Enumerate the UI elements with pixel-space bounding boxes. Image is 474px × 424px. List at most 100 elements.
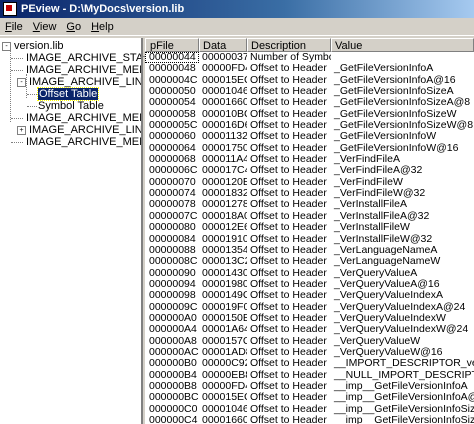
table-row[interactable]: 00000064 00001750 Offset to Header _GetFile…: [145, 143, 474, 154]
cell-pfile: 0000004C: [149, 74, 198, 86]
cell-description: Offset to Header: [250, 358, 327, 370]
table-row[interactable]: 00000088 00001354 Offset to Header _VerLang…: [145, 245, 474, 256]
cell-description: Offset to Header: [250, 97, 327, 109]
cell-data: 00001354: [202, 244, 247, 256]
table-row[interactable]: 000000A8 0000157C Offset to Header _VerQuer…: [145, 336, 474, 347]
tree-root[interactable]: - version.lib: [2, 40, 64, 52]
table-row[interactable]: 00000094 00001980 Offset to Header _VerQuer…: [145, 279, 474, 290]
table-row[interactable]: 0000004C 000015EC Offset to Header _GetFile…: [145, 75, 474, 86]
cell-value: _GetFileVersionInfoSizeW@8: [334, 120, 474, 132]
tree-item-member-header[interactable]: IMAGE_ARCHIVE_MEMBER_H: [26, 64, 141, 76]
cell-value: _VerLanguageNameW: [334, 256, 441, 268]
cell-value: _VerQueryValueA: [334, 267, 418, 279]
table-row[interactable]: 0000009C 000019F0 Offset to Header _VerQuer…: [145, 302, 474, 313]
expand-icon[interactable]: +: [17, 126, 26, 135]
cell-pfile: 00000074: [149, 188, 196, 200]
table-row[interactable]: 0000007C 000018A0 Offset to Header _VerInst…: [145, 211, 474, 222]
table-row[interactable]: 00000074 00001832 Offset to Header _VerFind…: [145, 188, 474, 199]
column-header-pfile[interactable]: pFile: [145, 38, 199, 52]
cell-data: 0000150E: [202, 312, 247, 324]
table-row[interactable]: 00000080 000012E6 Offset to Header _VerInst…: [145, 222, 474, 233]
cell-description: Offset to Header: [250, 267, 327, 279]
column-header-description[interactable]: Description: [247, 38, 331, 52]
table-row[interactable]: 000000B4 00000EB8 Offset to Header __NULL_I…: [145, 370, 474, 381]
cell-pfile: 0000008C: [149, 256, 198, 268]
table-row[interactable]: 00000060 00001132 Offset to Header _GetFile…: [145, 131, 474, 142]
cell-description: Offset to Header: [250, 188, 327, 200]
table-row[interactable]: 0000006C 000017C4 Offset to Header _VerFind…: [145, 165, 474, 176]
menu-file[interactable]: File: [0, 21, 28, 33]
column-header-value[interactable]: Value: [331, 38, 474, 52]
table-row[interactable]: 000000AC 00001AD8 Offset to Header _VerQuer…: [145, 347, 474, 358]
tree-item-symbol-table[interactable]: Symbol Table: [38, 100, 104, 112]
table-row[interactable]: 00000048 00000FD4 Offset to Header _GetFile…: [145, 63, 474, 74]
cell-value: _GetFileVersionInfoA@16: [334, 74, 456, 86]
cell-pfile: 00000058: [149, 108, 196, 120]
tree-item-member-header[interactable]: IMAGE_ARCHIVE_MEMBER_H: [26, 112, 141, 124]
tree-pane[interactable]: -version.lib IMAGE_ARCHIVE_START IMAGE_A…: [0, 38, 143, 424]
cell-pfile: 00000070: [149, 176, 196, 188]
cell-pfile: 00000048: [149, 63, 196, 75]
cell-pfile: 000000A4: [149, 324, 197, 336]
tree-item-linker-member[interactable]: -IMAGE_ARCHIVE_LINKER_ME: [17, 76, 141, 88]
table-row[interactable]: 000000A0 0000150E Offset to Header _VerQuer…: [145, 313, 474, 324]
table-row[interactable]: 0000004400000037Number of Symbols: [145, 52, 474, 64]
cell-data: 00001910: [202, 233, 247, 245]
table-row[interactable]: 0000008C 000013C2 Offset to Header _VerLang…: [145, 256, 474, 267]
cell-data: 00001750: [202, 142, 247, 154]
table-row[interactable]: 00000078 00001278 Offset to Header _VerInst…: [145, 199, 474, 210]
table-row[interactable]: 00000090 00001430 Offset to Header _VerQuer…: [145, 268, 474, 279]
cell-pfile: 0000006C: [149, 165, 198, 177]
menu-view[interactable]: View: [28, 21, 62, 33]
cell-data: 000017C4: [202, 165, 247, 177]
cell-data: 000015EC: [202, 74, 247, 86]
cell-pfile: 0000005C: [149, 120, 198, 132]
collapse-icon[interactable]: -: [2, 42, 11, 51]
table-row[interactable]: 00000050 00001046 Offset to Header _GetFile…: [145, 86, 474, 97]
cell-data: 00001832: [202, 188, 247, 200]
tree-item-offset-table[interactable]: Offset Table: [36, 87, 100, 101]
table-row[interactable]: 00000054 00001660 Offset to Header _GetFile…: [145, 97, 474, 108]
table-row[interactable]: 0000005C 000016D6 Offset to Header _GetFile…: [145, 120, 474, 131]
cell-value: _VerFindFileA: [334, 154, 400, 166]
cell-data: 000011A4: [202, 154, 247, 166]
table-row[interactable]: 000000B0 00000C92 Offset to Header __IMPORT…: [145, 358, 474, 369]
cell-value: __imp__GetFileVersionInfoA: [334, 380, 468, 392]
cell-description: Offset to Header: [250, 222, 327, 234]
table-row[interactable]: 00000084 00001910 Offset to Header _VerInst…: [145, 234, 474, 245]
table-row[interactable]: 00000070 0000120E Offset to Header _VerFind…: [145, 177, 474, 188]
app-icon[interactable]: [3, 2, 17, 16]
menu-go[interactable]: Go: [61, 21, 86, 33]
table-row[interactable]: 000000C4 00001660 Offset to Header __imp__G…: [145, 415, 474, 424]
cell-description: Offset to Header: [250, 392, 327, 404]
cell-value: __NULL_IMPORT_DESCRIPTOR: [334, 369, 474, 381]
table-row[interactable]: 000000C0 00001046 Offset to Header __imp__G…: [145, 404, 474, 415]
cell-description: Offset to Header: [250, 415, 327, 424]
cell-description: Offset to Header: [250, 233, 327, 245]
title-bar[interactable]: PEview - D:\MyDocs\version.lib: [0, 0, 474, 18]
cell-value: __imp__GetFileVersionInfoSizeA@8: [334, 415, 474, 424]
cell-value: [331, 52, 474, 63]
table-row[interactable]: 000000A4 00001A64 Offset to Header _VerQuer…: [145, 324, 474, 335]
cell-value: _GetFileVersionInfoW@16: [334, 142, 459, 154]
cell-pfile: 000000A8: [149, 335, 197, 347]
cell-pfile: 000000BC: [149, 392, 199, 404]
cell-description: Offset to Header: [250, 165, 327, 177]
column-header-data[interactable]: Data: [199, 38, 247, 52]
cell-pfile: 000000A0: [149, 312, 197, 324]
tree-item-linker-member[interactable]: +IMAGE_ARCHIVE_LINKER_ME: [17, 124, 141, 136]
table-row[interactable]: 00000068 000011A4 Offset to Header _VerFind…: [145, 154, 474, 165]
table-row[interactable]: 000000B8 00000FD4 Offset to Header __imp__G…: [145, 381, 474, 392]
table-row[interactable]: 00000098 0000149C Offset to Header _VerQuer…: [145, 290, 474, 301]
cell-data: 00000C92: [202, 358, 247, 370]
tree-line: [11, 70, 23, 71]
table-row[interactable]: 00000058 000010BC Offset to Header _GetFile…: [145, 109, 474, 120]
collapse-icon[interactable]: -: [17, 78, 26, 87]
cell-description: Offset to Header: [250, 131, 327, 143]
menu-help[interactable]: Help: [86, 21, 119, 33]
table-row[interactable]: 000000BC 000015EC Offset to Header __imp__G…: [145, 392, 474, 403]
tree-item-member-header[interactable]: IMAGE_ARCHIVE_MEMBER_H: [26, 136, 141, 148]
list-pane[interactable]: pFile Data Description Value 00000044 000…: [145, 38, 474, 424]
tree-item-archive-start[interactable]: IMAGE_ARCHIVE_START: [26, 52, 141, 64]
cell-pfile: 0000009C: [149, 301, 198, 313]
